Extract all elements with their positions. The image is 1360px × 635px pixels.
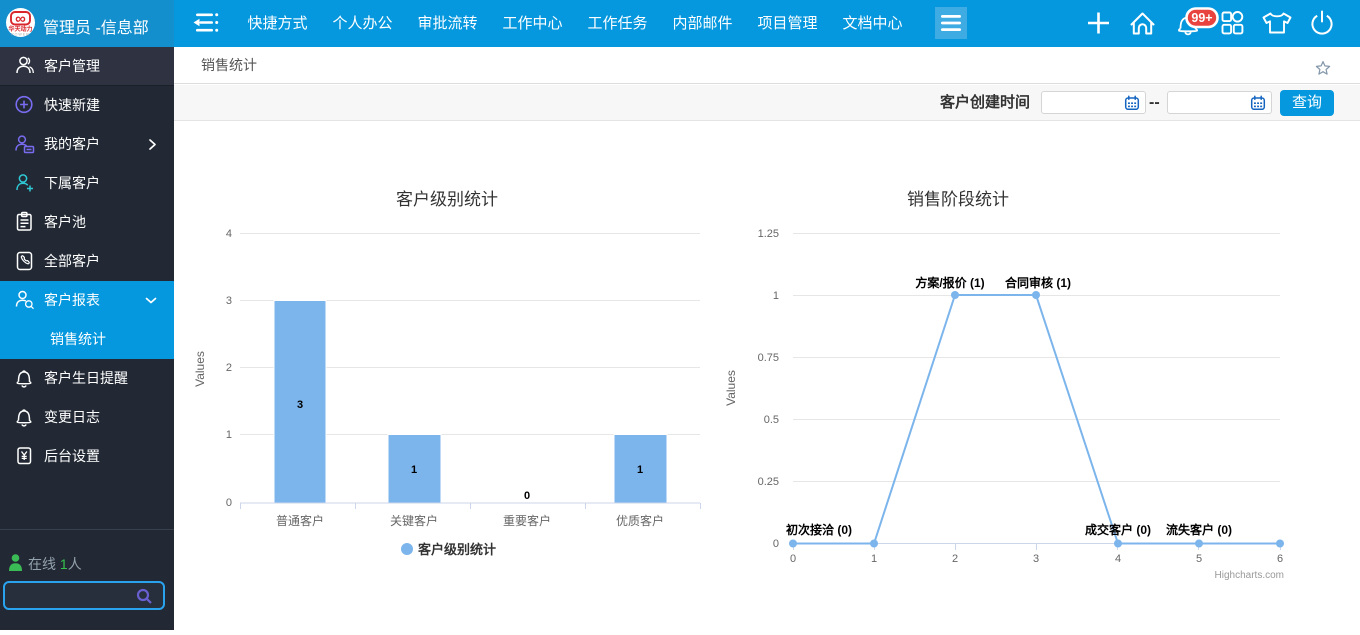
svg-text:5: 5 (1196, 553, 1202, 565)
svg-text:合同审核 (1): 合同审核 (1) (1005, 275, 1071, 290)
svg-text:0: 0 (226, 497, 232, 509)
svg-text:0: 0 (790, 553, 796, 565)
svg-text:99+: 99+ (1191, 11, 1212, 25)
svg-text:0.75: 0.75 (758, 352, 779, 364)
svg-text:1: 1 (226, 429, 232, 441)
svg-text:4: 4 (226, 228, 232, 240)
svg-text:POWER: POWER (11, 33, 30, 37)
svg-text:方案/报价 (1): 方案/报价 (1) (915, 275, 984, 290)
svg-text:3: 3 (1033, 553, 1039, 565)
svg-text:1: 1 (871, 553, 877, 565)
svg-text:普通客户: 普通客户 (276, 513, 324, 528)
svg-text:0.25: 0.25 (758, 476, 779, 488)
svg-text:成交客户 (0): 成交客户 (0) (1085, 522, 1151, 537)
svg-text:0: 0 (773, 538, 779, 550)
svg-text:关键客户: 关键客户 (390, 513, 438, 528)
svg-text:2: 2 (226, 362, 232, 374)
svg-text:1: 1 (773, 290, 779, 302)
svg-text:Values: Values (193, 351, 207, 387)
svg-text:1: 1 (411, 464, 417, 476)
svg-text:4: 4 (1115, 553, 1121, 565)
svg-text:客户级别统计: 客户级别统计 (418, 542, 496, 557)
svg-text:2: 2 (952, 553, 958, 565)
svg-text:客户级别统计: 客户级别统计 (396, 190, 498, 209)
svg-text:3: 3 (226, 295, 232, 307)
svg-text:Highcharts.com: Highcharts.com (1215, 570, 1284, 581)
svg-text:优质客户: 优质客户 (616, 513, 664, 528)
svg-text:初次接洽 (0): 初次接洽 (0) (786, 522, 852, 537)
svg-text:重要客户: 重要客户 (503, 513, 551, 528)
svg-text:∞: ∞ (15, 10, 26, 27)
svg-text:流失客户 (0): 流失客户 (0) (1166, 522, 1232, 537)
svg-text:6: 6 (1277, 553, 1283, 565)
svg-text:销售阶段统计: 销售阶段统计 (907, 190, 1009, 209)
svg-text:3: 3 (297, 399, 303, 411)
svg-text:1.25: 1.25 (758, 228, 779, 240)
svg-text:0: 0 (524, 490, 530, 502)
svg-text:Values: Values (724, 370, 738, 406)
svg-text:0.5: 0.5 (764, 414, 779, 426)
svg-text:1: 1 (637, 464, 643, 476)
